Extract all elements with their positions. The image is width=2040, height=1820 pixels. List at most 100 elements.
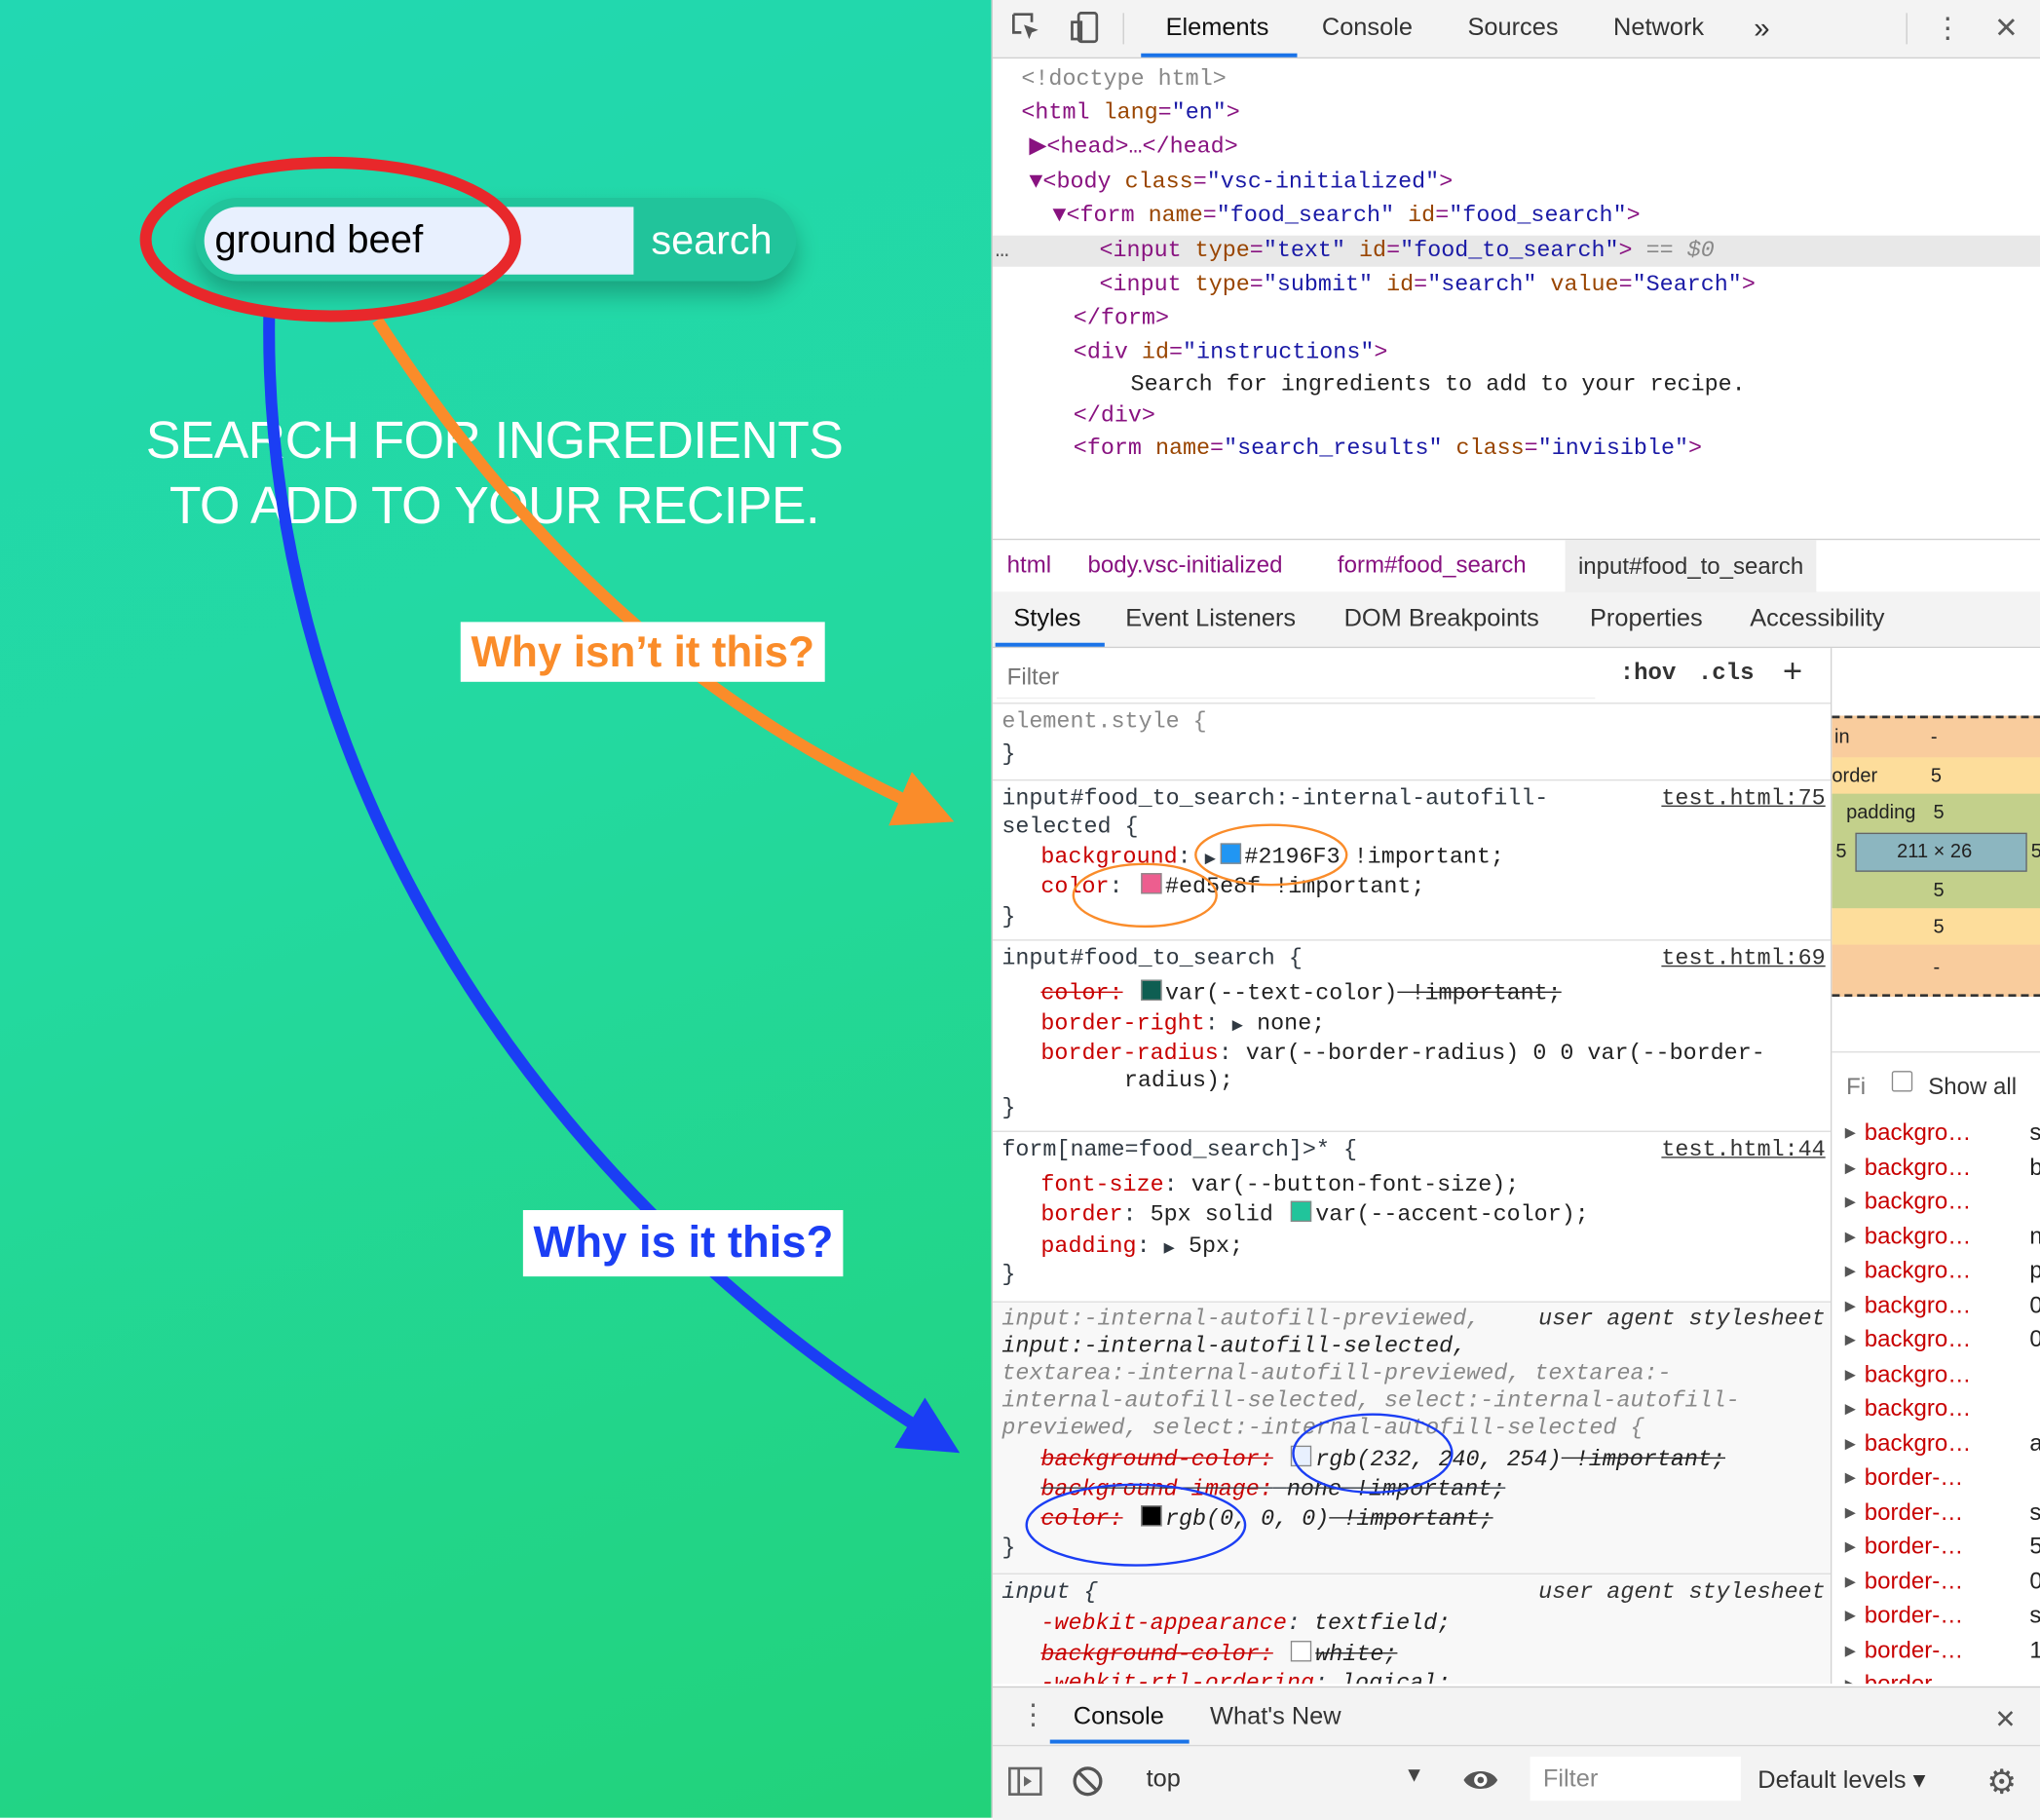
style-declaration[interactable]: font-size: var(--button-font-size); [1040,1171,1519,1199]
style-declaration[interactable]: -webkit-rtl-ordering: logical; [1040,1669,1451,1684]
style-declaration[interactable]: border-right: ▶ none; [1040,1009,1325,1041]
expand-arrow-icon[interactable]: ▶ [1845,1331,1856,1348]
computed-property-row[interactable]: ▶ border-… 0 [1832,1568,2040,1599]
style-declaration[interactable]: color: #ed5e8f !important; [1040,873,1424,901]
color-swatch[interactable] [1140,979,1161,1001]
more-tabs-icon[interactable]: » [1754,0,1769,57]
style-declaration[interactable]: color: rgb(0, 0, 0) !important; [1040,1505,1493,1534]
style-declaration[interactable]: padding: ▶ 5px; [1040,1232,1243,1264]
computed-property-row[interactable]: ▶ border-… 1 [1832,1636,2040,1667]
rule-selector[interactable]: input#food_to_search { [1001,945,1303,973]
log-levels-select[interactable]: Default levels ▾ [1757,1765,1925,1796]
source-link[interactable]: test.html:44 [1661,1136,1825,1164]
expand-arrow-icon[interactable]: ▶ [1029,134,1046,161]
expand-arrow-icon[interactable]: ▶ [1845,1642,1856,1658]
dom-body[interactable]: ▼<body class="vsc-initialized"> [1029,167,1453,198]
computed-filter[interactable]: Fi [1846,1074,1866,1101]
device-toolbar-icon[interactable] [1068,11,1104,47]
collapse-arrow-icon[interactable]: ▼ [1052,203,1066,229]
clear-console-icon[interactable] [1071,1764,1105,1806]
tab-console[interactable]: Console [1322,0,1413,57]
cls-button[interactable]: .cls [1698,661,1755,687]
tab-properties[interactable]: Properties [1590,605,1703,633]
expand-arrow-icon[interactable]: ▶ [1845,1434,1856,1452]
styles-filter-input[interactable] [996,653,1596,701]
rule-selector[interactable]: input { [1001,1578,1097,1607]
expand-arrow-icon[interactable]: ▶ [1845,1158,1856,1176]
expand-arrow-icon[interactable]: ▶ [1845,1573,1856,1589]
computed-property-row[interactable]: ▶ backgro… [1832,1360,2040,1391]
source-link[interactable]: test.html:75 [1661,784,1825,813]
computed-property-row[interactable]: ▶ border-… [1832,1671,2040,1684]
computed-property-row[interactable]: ▶ backgro… [1832,1395,2040,1426]
rule-selector[interactable]: form[name=food_search]>* { [1001,1136,1357,1164]
live-expression-icon[interactable] [1461,1764,1500,1803]
dom-input-submit[interactable]: <input type="submit" id="search" value="… [1099,269,1755,300]
search-button[interactable]: search [633,207,789,274]
close-icon[interactable]: ✕ [1988,11,2024,47]
expand-arrow-icon[interactable]: ▶ [1845,1503,1856,1521]
source-link[interactable]: test.html:69 [1661,945,1825,973]
tab-styles[interactable]: Styles [1013,605,1080,633]
rule-selector[interactable]: previewed, select:-internal-autofill-sel… [1001,1415,1643,1443]
style-declaration[interactable]: -webkit-appearance: textfield; [1040,1610,1451,1638]
expand-arrow-icon[interactable]: ▶ [1845,1366,1856,1383]
style-declaration[interactable]: border: 5px solid var(--accent-color); [1040,1200,1589,1230]
dom-form[interactable]: ▼<form name="food_search" id="food_searc… [1052,201,1640,232]
style-declaration[interactable]: background-color: white; [1040,1641,1397,1669]
color-swatch[interactable] [1220,843,1241,864]
show-all-checkbox[interactable] [1891,1071,1913,1092]
rule-selector[interactable]: textarea:-internal-autofill-previewed, t… [1001,1360,1671,1388]
computed-property-row[interactable]: ▶ backgro… s [1832,1119,2040,1151]
context-select[interactable]: top [1147,1765,1181,1794]
computed-property-row[interactable]: ▶ border-… s [1832,1498,2040,1530]
tab-network[interactable]: Network [1613,0,1704,57]
dom-div-instructions[interactable]: <div id="instructions"> [1074,337,1388,368]
computed-property-row[interactable]: ▶ backgro… 0 [1832,1291,2040,1322]
dom-head[interactable]: ▶<head>…</head> [1029,132,1237,163]
dom-form-results[interactable]: <form name="search_results" class="invis… [1074,434,1702,465]
expand-arrow-icon[interactable]: ▶ [1845,1194,1856,1210]
kebab-menu-icon[interactable]: ⋮ [1930,11,1966,47]
computed-property-row[interactable]: ▶ border-… 5 [1832,1533,2040,1564]
expand-arrow-icon[interactable]: ▶ [1845,1228,1856,1244]
computed-property-row[interactable]: ▶ backgro… b [1832,1154,2040,1185]
color-swatch[interactable] [1290,1641,1312,1662]
settings-gear-icon[interactable]: ⚙ [1986,1762,2017,1801]
expand-arrow-icon[interactable]: ▶ [1845,1607,1856,1624]
style-declaration[interactable]: background: ▶ #2196F3 !important; [1040,843,1504,874]
breadcrumb-form[interactable]: form#food_search [1338,551,1527,579]
color-swatch[interactable] [1290,1445,1312,1467]
context-dropdown-icon[interactable]: ▼ [1404,1764,1424,1788]
style-declaration[interactable]: background-color: rgb(232, 240, 254) !im… [1040,1445,1725,1474]
rule-selector[interactable]: element.style { [1001,708,1206,737]
computed-property-row[interactable]: ▶ backgro… [1832,1188,2040,1219]
expand-arrow-icon[interactable]: ▶ [1845,1676,1856,1684]
drawer-menu-icon[interactable]: ⋮ [1019,1698,1047,1732]
rule-selector[interactable]: input:-internal-autofill-previewed, [1001,1306,1480,1334]
food-search-input[interactable] [204,207,634,275]
hov-button[interactable]: :hov [1620,661,1677,687]
close-drawer-icon[interactable]: ✕ [1994,1703,2016,1735]
expand-arrow-icon[interactable]: ▶ [1845,1297,1856,1313]
expand-arrow-icon[interactable]: ▶ [1845,1538,1856,1555]
tab-dom-breakpoints[interactable]: DOM Breakpoints [1344,605,1539,633]
style-declaration[interactable]: background-image: none !important; [1040,1475,1505,1503]
dom-text-node[interactable]: Search for ingredients to add to your re… [1131,369,1746,400]
computed-property-row[interactable]: ▶ border-… [1832,1463,2040,1495]
new-rule-icon[interactable]: + [1783,653,1803,692]
rule-selector[interactable]: input#food_to_search:-internal-autofill- [1001,784,1548,813]
computed-property-row[interactable]: ▶ border-… s [1832,1602,2040,1633]
color-swatch[interactable] [1140,1505,1161,1527]
dom-input-text[interactable]: <input type="text" id="food_to_search"> … [1099,236,1714,267]
breadcrumb-html[interactable]: html [1007,551,1051,579]
dom-div-close[interactable]: </div> [1074,400,1155,432]
style-declaration[interactable]: border-radius: var(--border-radius) 0 0 … [1040,1040,1764,1068]
expand-arrow-icon[interactable]: ▶ [1845,1124,1856,1141]
computed-property-row[interactable]: ▶ backgro… p [1832,1257,2040,1288]
expand-arrow-icon[interactable]: ▶ [1845,1262,1856,1279]
sidebar-toggle-icon[interactable] [1008,1766,1042,1803]
tab-elements[interactable]: Elements [1166,0,1269,57]
expand-arrow-icon[interactable]: ▶ [1845,1469,1856,1486]
rule-selector[interactable]: selected { [1001,814,1138,842]
